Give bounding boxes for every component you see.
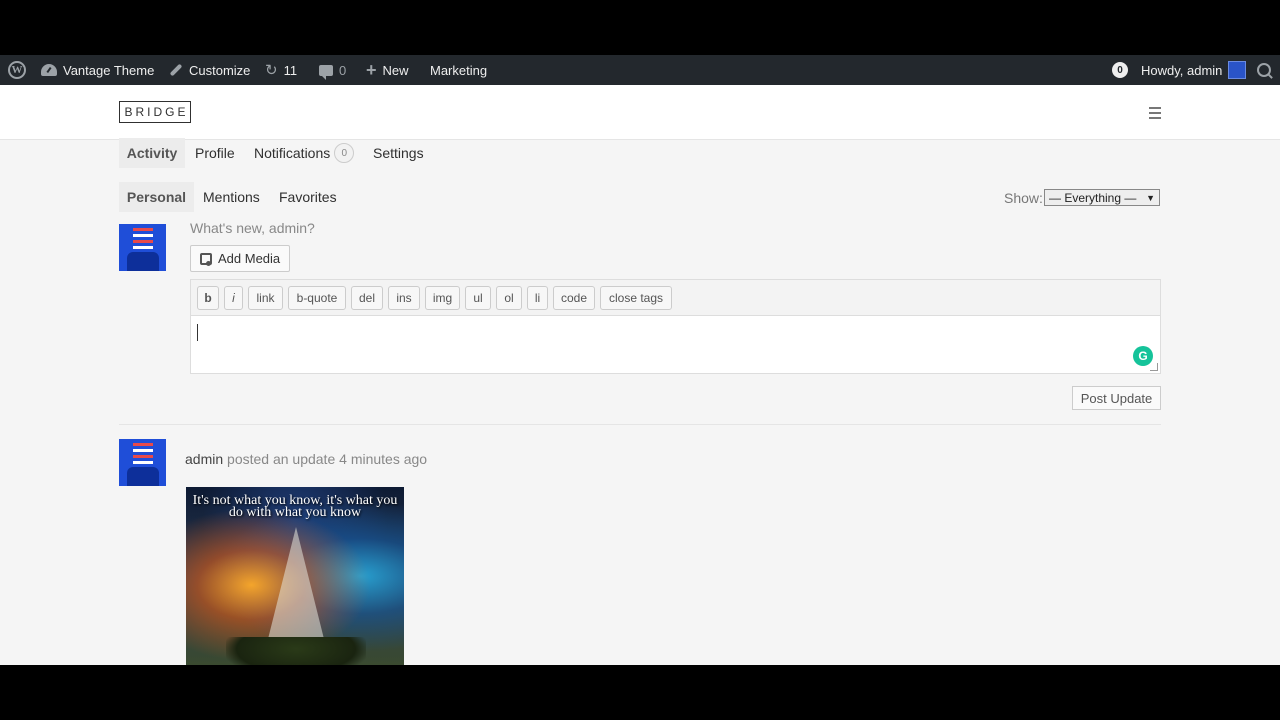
comment-icon: [319, 64, 333, 80]
notifications-count-badge: 0: [1112, 62, 1128, 78]
post-prompt: What's new, admin?: [190, 220, 315, 236]
filter-selected-value: — Everything —: [1049, 190, 1137, 205]
bp-notifications-menu[interactable]: 0: [1112, 55, 1128, 85]
menu-icon[interactable]: [1149, 107, 1161, 122]
subtab-mentions[interactable]: Mentions: [203, 182, 260, 212]
site-header: BRIDGE: [0, 85, 1280, 140]
browser-viewport: W Vantage Theme Customize ↻ 11 0 + New M…: [0, 55, 1280, 665]
quicktag-code[interactable]: code: [553, 286, 595, 310]
site-logo[interactable]: BRIDGE: [119, 101, 191, 123]
tab-notifications-label: Notifications: [254, 145, 331, 161]
tab-settings[interactable]: Settings: [373, 138, 424, 168]
add-media-button[interactable]: Add Media: [190, 245, 290, 272]
admin-search[interactable]: [1257, 55, 1271, 85]
activity-action: posted an update: [227, 451, 336, 467]
comments-menu[interactable]: 0: [319, 55, 346, 85]
updates-menu[interactable]: ↻ 11: [265, 55, 297, 85]
customize-menu[interactable]: Customize: [169, 55, 250, 85]
quicktag-italic[interactable]: i: [224, 286, 243, 310]
quicktag-link[interactable]: link: [248, 286, 283, 310]
user-avatar[interactable]: [119, 224, 166, 271]
activity-user-link[interactable]: admin: [185, 451, 223, 467]
marketing-label: Marketing: [430, 62, 488, 78]
activity-meta: admin posted an update 4 minutes ago: [185, 451, 427, 467]
divider: [119, 424, 1161, 425]
comments-count: 0: [339, 62, 347, 78]
updates-count: 11: [283, 62, 298, 78]
activity-time[interactable]: 4 minutes ago: [339, 451, 427, 467]
quicktag-ol[interactable]: ol: [496, 286, 522, 310]
user-avatar-small: [1228, 61, 1247, 79]
new-content-menu[interactable]: + New: [366, 55, 409, 85]
quicktag-bold[interactable]: b: [197, 286, 219, 310]
subtab-favorites[interactable]: Favorites: [279, 182, 337, 212]
quicktag-del[interactable]: del: [351, 286, 383, 310]
filter-label: Show:: [1004, 190, 1043, 206]
activity-user-avatar[interactable]: [119, 439, 166, 486]
search-icon: [1257, 63, 1271, 77]
activity-filter-select[interactable]: — Everything — ▼: [1044, 189, 1160, 206]
paintbrush-icon: [169, 63, 183, 77]
tab-notifications[interactable]: Notifications 0: [254, 138, 355, 168]
wordpress-icon: W: [8, 61, 26, 79]
dropdown-arrow-icon: ▼: [1146, 192, 1155, 203]
notifications-count-bubble: 0: [334, 143, 355, 163]
quicktag-img[interactable]: img: [425, 286, 460, 310]
quicktag-ins[interactable]: ins: [388, 286, 420, 310]
activity-image[interactable]: It's not what you know, it's what you do…: [186, 487, 404, 665]
plus-icon: +: [366, 60, 377, 80]
quicktag-ul[interactable]: ul: [465, 286, 491, 310]
resize-handle[interactable]: [1150, 363, 1158, 371]
updates-icon: ↻: [265, 61, 278, 79]
post-textarea[interactable]: G: [190, 315, 1161, 374]
site-name-menu[interactable]: Vantage Theme: [41, 55, 154, 85]
quicktag-close-tags[interactable]: close tags: [600, 286, 672, 310]
my-account-menu[interactable]: Howdy, admin: [1141, 55, 1247, 85]
admin-bar: W Vantage Theme Customize ↻ 11 0 + New M…: [0, 55, 1280, 85]
tab-activity[interactable]: Activity: [119, 138, 185, 168]
text-caret: [197, 324, 198, 341]
subtab-personal[interactable]: Personal: [119, 182, 194, 212]
customize-label: Customize: [189, 62, 251, 78]
new-label: New: [382, 62, 409, 78]
quicktag-li[interactable]: li: [527, 286, 548, 310]
wp-logo-menu[interactable]: W: [8, 55, 26, 85]
greeting-label: Howdy, admin: [1141, 62, 1223, 78]
quicktags-toolbar: b i link b-quote del ins img ul ol li co…: [190, 279, 1161, 315]
tab-profile[interactable]: Profile: [195, 138, 235, 168]
post-update-button[interactable]: Post Update: [1072, 386, 1161, 410]
add-media-label: Add Media: [218, 251, 281, 266]
dashboard-icon: [41, 64, 57, 76]
site-name-label: Vantage Theme: [63, 62, 155, 78]
quicktag-b-quote[interactable]: b-quote: [288, 286, 346, 310]
add-media-icon: [200, 252, 212, 266]
marketing-menu[interactable]: Marketing: [430, 55, 487, 85]
image-quote-text: It's not what you know, it's what you do…: [192, 493, 398, 520]
